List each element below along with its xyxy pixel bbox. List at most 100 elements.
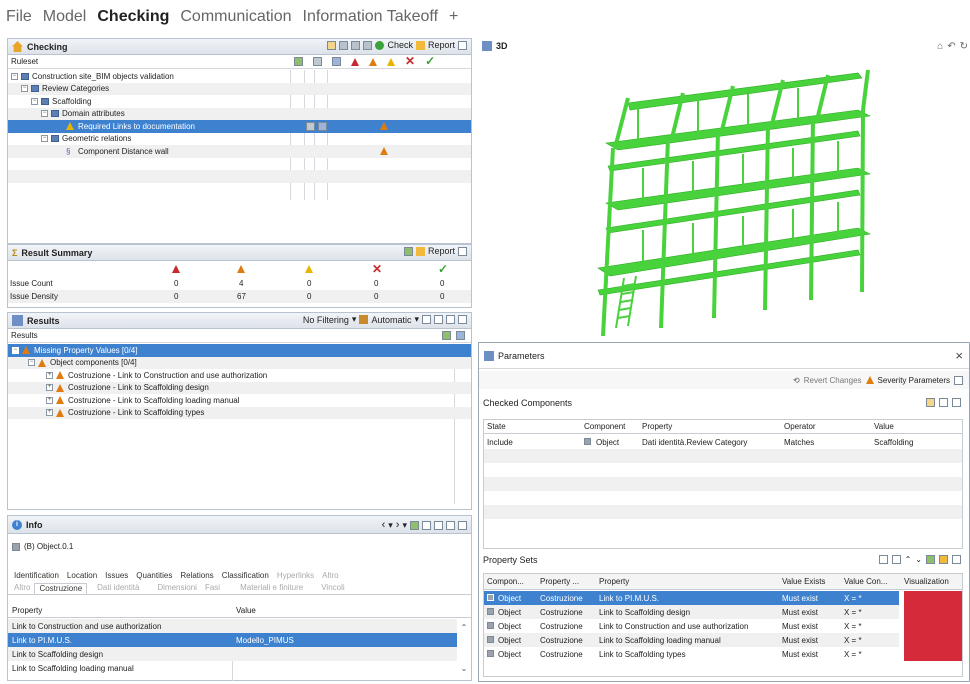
tab-dimensioni[interactable]: Dimensioni <box>153 583 201 594</box>
folder-icon <box>51 135 59 143</box>
tab-altro[interactable]: Altro <box>10 583 34 594</box>
menu-file[interactable]: File <box>6 8 32 26</box>
menu-information-takeoff[interactable]: Information Takeoff <box>303 8 439 26</box>
export-icon[interactable] <box>952 555 961 564</box>
open-folder-icon[interactable] <box>327 40 337 50</box>
tools-icon[interactable] <box>313 57 322 66</box>
info-row[interactable]: Link to Scaffolding design <box>8 647 457 661</box>
info-scrollbar[interactable]: ⌃ ⌄ <box>458 619 470 681</box>
tab-identification[interactable]: Identification <box>10 571 63 580</box>
edit-icon[interactable] <box>939 555 948 564</box>
close-icon[interactable]: × <box>955 348 963 363</box>
maximize-icon[interactable] <box>458 520 467 530</box>
add-row-icon[interactable] <box>878 555 888 564</box>
psets-table-header: Compon... Property ... Property Value Ex… <box>484 574 962 590</box>
tab-fasi[interactable]: Fasi <box>201 583 224 594</box>
menu-add-tab[interactable]: + <box>449 8 458 26</box>
back-icon[interactable]: ‹ <box>382 519 386 531</box>
automatic-dropdown[interactable]: Automatic <box>371 315 411 325</box>
tab-quantities[interactable]: Quantities <box>132 571 176 580</box>
open-folder-icon[interactable] <box>926 398 935 407</box>
info-row[interactable]: Link to Construction and use authorizati… <box>8 619 457 633</box>
tree-item[interactable]: − Review Categories <box>8 82 471 95</box>
tree-item[interactable]: − Domain attributes <box>8 107 471 120</box>
menu-model[interactable]: Model <box>43 8 87 26</box>
list-view-icon[interactable] <box>446 520 455 530</box>
scroll-down-icon[interactable]: ⌄ <box>458 664 470 673</box>
expand-all-icon[interactable] <box>422 520 431 530</box>
delete-icon[interactable] <box>363 40 373 50</box>
settings-icon[interactable] <box>442 331 451 340</box>
tree-item[interactable]: § Component Distance wall <box>8 145 471 158</box>
add-row-icon[interactable] <box>939 398 948 407</box>
remove-row-icon[interactable] <box>891 555 901 564</box>
maximize-icon[interactable] <box>458 40 467 50</box>
result-item[interactable]: + Costruzione - Link to Construction and … <box>8 369 471 382</box>
tab-costruzione[interactable]: Costruzione <box>34 583 88 594</box>
chevron-down-icon: ▾ <box>351 314 357 324</box>
result-item[interactable]: − Object components [0/4] <box>8 356 471 369</box>
checked-row[interactable]: Include Object Dati identità.Review Cate… <box>484 435 962 449</box>
filter-dropdown[interactable]: No Filtering <box>303 315 349 325</box>
result-item[interactable]: + Costruzione - Link to Scaffolding desig… <box>8 381 471 394</box>
expand-all-icon[interactable] <box>422 315 431 324</box>
revert-changes-button[interactable]: Revert Changes <box>804 376 862 385</box>
pset-row[interactable]: Object Costruzione Link to Construction … <box>484 619 899 633</box>
result-item[interactable]: + Costruzione - Link to Scaffolding types <box>8 406 471 419</box>
check-button[interactable]: Check <box>387 40 413 50</box>
tab-materiali[interactable]: Materiali e finiture <box>236 583 307 594</box>
maximize-icon[interactable] <box>954 375 963 385</box>
result-group-selected[interactable]: − Missing Property Values [0/4] <box>8 344 471 357</box>
tab-dati-identita[interactable]: Dati identità <box>93 583 143 594</box>
settings-icon[interactable] <box>403 246 413 256</box>
add-rule-icon[interactable] <box>294 57 303 66</box>
severity-parameters-button[interactable]: Severity Parameters <box>878 376 950 385</box>
save-icon[interactable] <box>339 40 349 50</box>
tree-item[interactable]: − Scaffolding <box>8 95 471 108</box>
scroll-up-icon[interactable]: ⌃ <box>458 623 470 632</box>
maximize-icon[interactable] <box>458 315 467 324</box>
table-icon[interactable] <box>332 57 341 66</box>
tab-classification[interactable]: Classification <box>218 571 273 580</box>
tab-vincoli[interactable]: Vincoli <box>317 583 348 594</box>
tab-relations[interactable]: Relations <box>176 571 217 580</box>
result-summary-panel: Σ Result Summary Report ✕ ✓ Issue Count … <box>7 244 472 308</box>
info-table: Link to Construction and use authorizati… <box>8 619 457 681</box>
tab-issues[interactable]: Issues <box>101 571 132 580</box>
info-row-selected[interactable]: Link to PI.M.U.S. Modello_PIMUS <box>8 633 457 647</box>
pset-row[interactable]: Object Costruzione Link to Scaffolding l… <box>484 633 899 647</box>
copy-icon[interactable] <box>351 40 361 50</box>
pset-row[interactable]: Object Costruzione Link to Scaffolding t… <box>484 647 899 661</box>
tab-hyperlinks[interactable]: Hyperlinks <box>273 571 318 580</box>
report-button[interactable]: Report <box>428 40 455 50</box>
pset-row[interactable]: Object Costruzione Link to Scaffolding d… <box>484 605 899 619</box>
menu-communication[interactable]: Communication <box>180 8 291 26</box>
tools-icon[interactable] <box>306 122 315 131</box>
collapse-all-icon[interactable] <box>434 315 443 324</box>
info-row[interactable]: Link to Scaffolding loading manual <box>8 661 457 675</box>
import-icon[interactable] <box>926 555 935 564</box>
maximize-icon[interactable] <box>458 246 467 256</box>
tab-location[interactable]: Location <box>63 571 101 580</box>
table-icon[interactable] <box>318 122 327 131</box>
tab-altro-top[interactable]: Altro <box>318 571 342 580</box>
list-view-icon[interactable] <box>446 315 455 324</box>
move-down-icon[interactable]: ⌄ <box>915 555 922 564</box>
tree-item[interactable]: − Geometric relations <box>8 133 471 146</box>
result-item[interactable]: + Costruzione - Link to Scaffolding loadi… <box>8 394 471 407</box>
issue-icon <box>56 408 64 417</box>
move-up-icon[interactable]: ⌃ <box>905 555 912 564</box>
pset-row-selected[interactable]: Object Costruzione Link to PI.M.U.S. Mus… <box>484 591 899 605</box>
visualization-color-cell[interactable] <box>904 591 962 661</box>
menu-checking[interactable]: Checking <box>97 8 169 26</box>
summary-report-button[interactable]: Report <box>428 246 455 256</box>
moderate-severity-icon <box>387 57 395 66</box>
pin-icon[interactable] <box>410 520 419 530</box>
forward-icon[interactable]: › <box>396 519 400 531</box>
collapse-all-icon[interactable] <box>434 520 443 530</box>
tree-item-selected[interactable]: Required Links to documentation <box>8 120 471 133</box>
remove-row-icon[interactable] <box>952 398 961 407</box>
3d-view[interactable]: 3D ⌂ ↶ ↻ <box>478 38 970 338</box>
tree-item[interactable]: − Construction site_BIM objects validatio… <box>8 70 471 83</box>
grid-icon[interactable] <box>456 331 465 340</box>
